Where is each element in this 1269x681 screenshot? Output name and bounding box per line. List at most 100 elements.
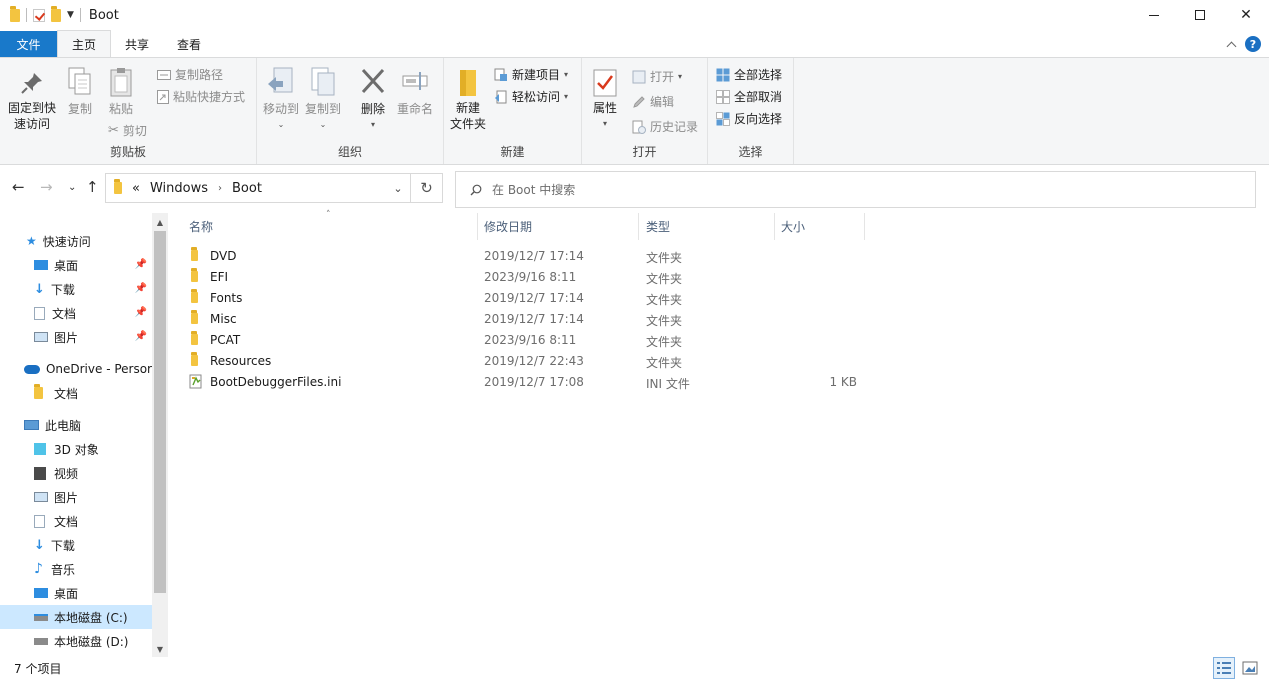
- nav-item-pictures[interactable]: 图片 📌: [0, 325, 152, 349]
- column-header-type[interactable]: 类型: [639, 213, 775, 240]
- forward-arrow-icon[interactable]: →: [40, 178, 53, 196]
- cut-button[interactable]: ✂ 剪切: [108, 122, 147, 139]
- invert-selection-button[interactable]: 反向选择: [716, 110, 782, 127]
- new-folder-icon[interactable]: [51, 5, 61, 22]
- ini-file-icon: [189, 374, 202, 389]
- pin-icon[interactable]: 📌: [135, 331, 147, 342]
- rename-button[interactable]: 重命名: [395, 66, 435, 117]
- chevron-down-icon: ▾: [564, 70, 569, 79]
- title-bar: ▼ Boot ✕: [0, 0, 1269, 30]
- breadcrumb-separator-icon[interactable]: ›: [218, 183, 222, 194]
- nav-item-pc-downloads[interactable]: ↓ 下载: [0, 533, 152, 557]
- paste-shortcut-button[interactable]: 粘贴快捷方式: [157, 88, 245, 105]
- select-group-label: 选择: [738, 145, 763, 159]
- nav-item-music[interactable]: ♪ 音乐: [0, 557, 152, 581]
- scroll-thumb[interactable]: [154, 231, 166, 593]
- nav-item-drive-d[interactable]: 本地磁盘 (D:): [0, 629, 152, 653]
- nav-onedrive[interactable]: OneDrive - Persor: [0, 357, 152, 381]
- table-row[interactable]: Fonts 2019/12/7 17:14 文件夹: [182, 288, 872, 309]
- column-header-size[interactable]: 大小: [774, 213, 865, 240]
- nav-this-pc[interactable]: 此电脑: [0, 413, 152, 437]
- column-header-date[interactable]: 修改日期: [477, 213, 639, 240]
- details-view-button[interactable]: [1213, 657, 1235, 679]
- scroll-down-chevron-icon[interactable]: ▼: [152, 641, 168, 657]
- refresh-icon[interactable]: ↻: [410, 174, 442, 202]
- tab-file[interactable]: 文件: [0, 31, 57, 57]
- collapse-ribbon-chevron-up-icon[interactable]: [1226, 41, 1237, 51]
- nav-item-downloads[interactable]: ↓ 下载 📌: [0, 277, 152, 301]
- table-row[interactable]: PCAT 2023/9/16 8:11 文件夹: [182, 330, 872, 351]
- scroll-up-chevron-icon[interactable]: ▲: [152, 214, 168, 230]
- table-row[interactable]: EFI 2023/9/16 8:11 文件夹: [182, 267, 872, 288]
- nav-item-pc-desktop[interactable]: 桌面: [0, 581, 152, 605]
- large-icons-view-button[interactable]: [1239, 657, 1261, 679]
- nav-quick-access[interactable]: ★ 快速访问: [0, 229, 152, 253]
- tab-view[interactable]: 查看: [163, 31, 215, 57]
- select-none-button[interactable]: 全部取消: [716, 88, 782, 105]
- nav-item-pc-documents[interactable]: 文档: [0, 509, 152, 533]
- properties-button[interactable]: 属性 ▾: [588, 68, 622, 132]
- tab-share[interactable]: 共享: [111, 31, 163, 57]
- nav-item-desktop[interactable]: 桌面 📌: [0, 253, 152, 277]
- breadcrumb-overflow[interactable]: «: [132, 181, 140, 196]
- film-icon: [34, 466, 46, 480]
- close-button[interactable]: ✕: [1223, 0, 1269, 30]
- minimize-icon: [1149, 14, 1159, 16]
- pin-to-quick-access-button[interactable]: 固定到快 速访问: [6, 70, 58, 132]
- easy-access-button[interactable]: 轻松访问 ▾: [494, 88, 568, 105]
- minimize-button[interactable]: [1131, 0, 1177, 30]
- table-row[interactable]: Misc 2019/12/7 17:14 文件夹: [182, 309, 872, 330]
- paste-button[interactable]: 粘贴: [104, 66, 138, 117]
- address-bar[interactable]: « Windows › Boot ⌄ ↻: [105, 173, 443, 203]
- copy-path-button[interactable]: 复制路径: [157, 66, 223, 83]
- chevron-down-icon: ▾: [602, 119, 607, 128]
- delete-button[interactable]: 删除 ▾: [355, 66, 391, 133]
- table-row[interactable]: BootDebuggerFiles.ini 2019/12/7 17:08 IN…: [182, 372, 872, 393]
- file-type: INI 文件: [646, 377, 690, 391]
- nav-scrollbar[interactable]: ▲ ▼: [152, 213, 168, 657]
- drive-icon: [34, 613, 48, 621]
- close-icon: ✕: [1240, 7, 1252, 23]
- new-folder-button[interactable]: 新建 文件夹: [446, 68, 490, 132]
- table-row[interactable]: Resources 2019/12/7 22:43 文件夹: [182, 351, 872, 372]
- back-arrow-icon[interactable]: ←: [12, 178, 25, 196]
- tab-home[interactable]: 主页: [57, 30, 112, 57]
- nav-item-3d-objects[interactable]: 3D 对象: [0, 437, 152, 461]
- move-to-button[interactable]: 移动到 ⌄: [261, 66, 301, 133]
- customize-toolbar-chevron-icon[interactable]: ▼: [67, 10, 74, 20]
- edit-button[interactable]: 编辑: [632, 93, 674, 110]
- nav-item-documents[interactable]: 文档 📌: [0, 301, 152, 325]
- properties-icon[interactable]: [33, 8, 45, 22]
- copy-to-button[interactable]: 复制到 ⌄: [303, 66, 343, 133]
- column-header-name[interactable]: 名称: [182, 213, 478, 240]
- help-icon[interactable]: ?: [1245, 36, 1261, 52]
- file-type: 文件夹: [646, 272, 683, 286]
- nav-item-onedrive-documents[interactable]: 文档: [0, 381, 152, 405]
- computer-icon: [24, 420, 39, 430]
- address-history-chevron-down-icon[interactable]: ⌄: [386, 182, 410, 195]
- history-button[interactable]: 历史记录: [632, 118, 698, 135]
- open-button[interactable]: 打开 ▾: [632, 68, 682, 85]
- copy-path-icon: [157, 69, 171, 80]
- nav-item-drive-c[interactable]: 本地磁盘 (C:): [0, 605, 152, 629]
- pin-icon[interactable]: 📌: [135, 259, 147, 270]
- copy-button[interactable]: 复制: [63, 66, 97, 117]
- nav-item-pc-pictures[interactable]: 图片: [0, 485, 152, 509]
- new-item-button[interactable]: 新建项目 ▾: [494, 66, 568, 83]
- select-all-button[interactable]: 全部选择: [716, 66, 782, 83]
- pin-icon[interactable]: 📌: [135, 307, 147, 318]
- folder-icon: [191, 247, 198, 261]
- recent-locations-chevron-down-icon[interactable]: ⌄: [68, 182, 76, 193]
- maximize-button[interactable]: [1177, 0, 1223, 30]
- nav-item-videos[interactable]: 视频: [0, 461, 152, 485]
- up-arrow-icon[interactable]: ↑: [86, 178, 99, 196]
- table-row[interactable]: DVD 2019/12/7 17:14 文件夹: [182, 246, 872, 267]
- file-size: 1 KB: [829, 375, 857, 389]
- breadcrumb-item-boot[interactable]: Boot: [232, 181, 262, 196]
- cube-icon: [34, 443, 46, 455]
- file-date: 2019/12/7 17:14: [484, 291, 584, 305]
- breadcrumb-item-windows[interactable]: Windows: [150, 181, 208, 196]
- search-box[interactable]: 在 Boot 中搜索: [455, 171, 1256, 208]
- pin-icon[interactable]: 📌: [135, 283, 147, 294]
- search-input[interactable]: 在 Boot 中搜索: [492, 181, 575, 198]
